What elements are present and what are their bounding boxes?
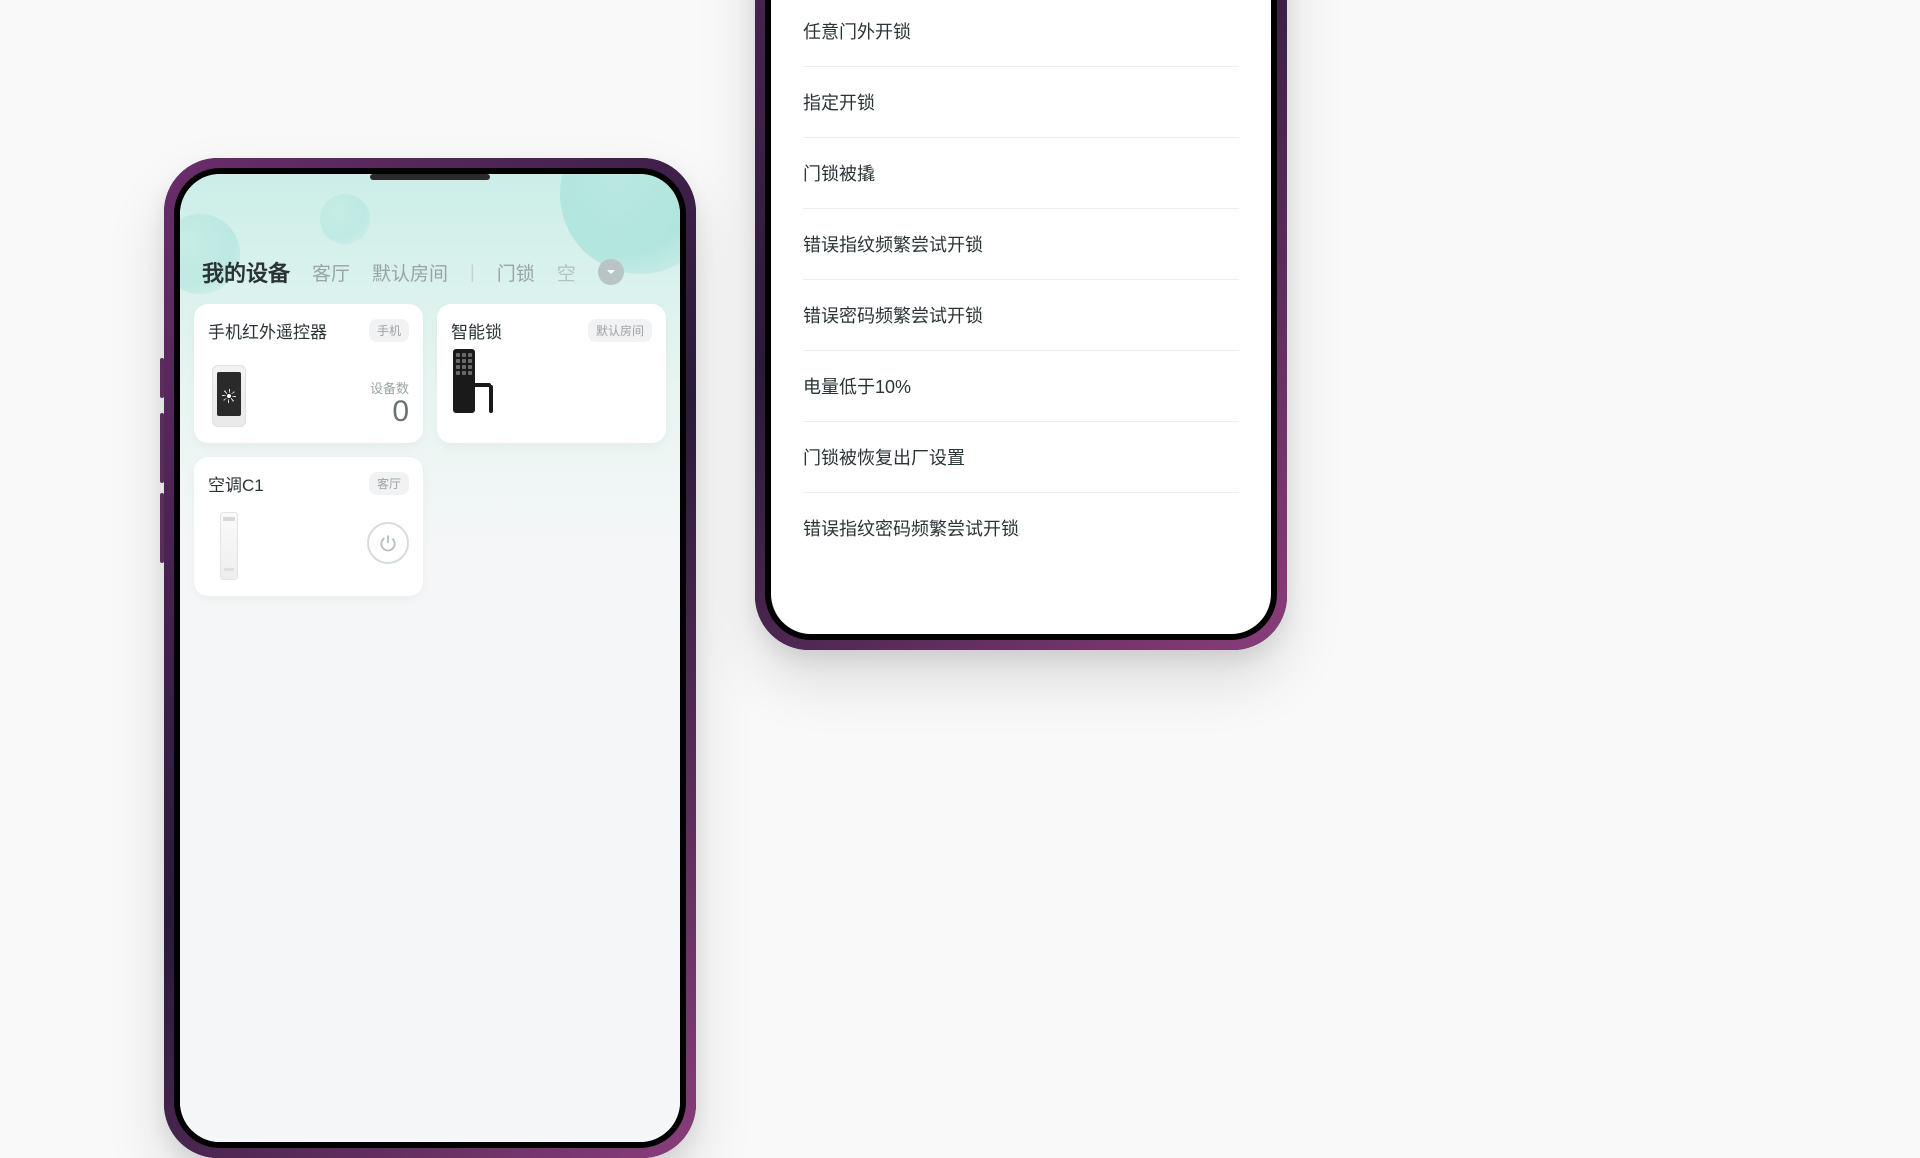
list-item[interactable]: 门锁被恢复出厂设置	[803, 422, 1239, 493]
chevron-down-icon	[605, 266, 617, 278]
list-item[interactable]: 错误密码频繁尝试开锁	[803, 280, 1239, 351]
list-item[interactable]: 错误指纹密码频繁尝试开锁	[803, 493, 1239, 563]
device-card-ac[interactable]: 空调C1 客厅	[194, 457, 423, 596]
tab-door-lock[interactable]: 门锁	[497, 259, 535, 286]
tab-partial[interactable]: 空	[557, 259, 576, 286]
tab-default-room[interactable]: 默认房间	[372, 259, 448, 286]
device-count-value: 0	[370, 397, 409, 427]
phone-mockup-right: 任意门外开锁 指定开锁 门锁被撬 错误指纹频繁尝试开锁 错误密码频繁尝试开锁 电…	[755, 0, 1287, 650]
power-icon	[378, 533, 398, 553]
power-button[interactable]	[367, 522, 409, 564]
room-tabs: 我的设备 客厅 默认房间 | 门锁 空	[202, 256, 680, 288]
event-list: 任意门外开锁 指定开锁 门锁被撬 错误指纹频繁尝试开锁 错误密码频繁尝试开锁 电…	[771, 0, 1271, 563]
card-room-tag: 客厅	[369, 472, 409, 495]
list-item[interactable]: 错误指纹频繁尝试开锁	[803, 209, 1239, 280]
tab-living-room[interactable]: 客厅	[312, 259, 350, 286]
tabs-expand-button[interactable]	[598, 259, 624, 285]
list-item[interactable]: 门锁被撬	[803, 138, 1239, 209]
air-conditioner-icon	[208, 508, 250, 580]
card-title: 空调C1	[208, 471, 264, 496]
tab-my-devices[interactable]: 我的设备	[202, 256, 290, 288]
devices-screen: 我的设备 客厅 默认房间 | 门锁 空 手机红外遥控器 手机	[180, 174, 680, 1142]
lock-events-screen: 任意门外开锁 指定开锁 门锁被撬 错误指纹频繁尝试开锁 错误密码频繁尝试开锁 电…	[771, 0, 1271, 634]
device-card-smartlock[interactable]: 智能锁 默认房间	[437, 304, 666, 443]
phone-mockup-left: 我的设备 客厅 默认房间 | 门锁 空 手机红外遥控器 手机	[164, 158, 696, 1158]
card-room-tag: 默认房间	[588, 319, 652, 342]
card-title: 手机红外遥控器	[208, 318, 327, 343]
card-room-tag: 手机	[369, 319, 409, 342]
smart-lock-icon	[451, 355, 493, 427]
list-item[interactable]: 电量低于10%	[803, 351, 1239, 422]
card-title: 智能锁	[451, 318, 502, 343]
tab-divider: |	[470, 262, 475, 283]
list-item[interactable]: 指定开锁	[803, 67, 1239, 138]
device-card-remote[interactable]: 手机红外遥控器 手机 设备数 0	[194, 304, 423, 443]
list-item[interactable]: 任意门外开锁	[803, 0, 1239, 67]
phone-remote-icon	[208, 355, 250, 427]
